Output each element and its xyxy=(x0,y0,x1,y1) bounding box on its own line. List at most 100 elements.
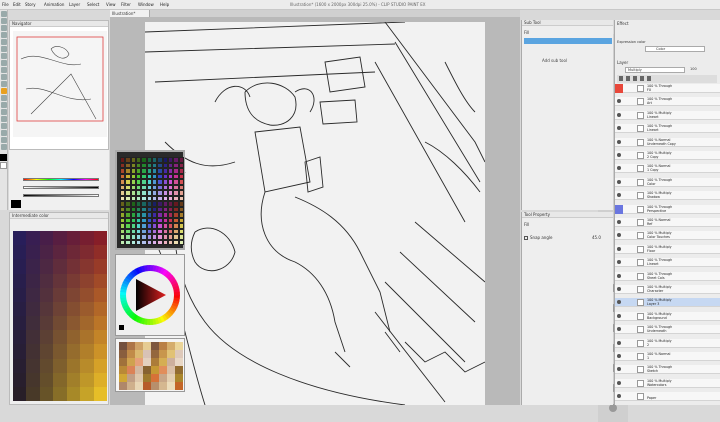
history-swatch[interactable] xyxy=(119,358,127,366)
history-swatch[interactable] xyxy=(167,382,175,390)
palette-swatch[interactable] xyxy=(66,273,81,288)
hue-ring-segment[interactable] xyxy=(173,291,180,296)
history-swatch[interactable] xyxy=(151,374,159,382)
snap-angle-value[interactable]: 45.0 xyxy=(592,235,601,240)
eye-icon[interactable] xyxy=(617,153,621,157)
layer-row[interactable]: 100 % Normal 1 Copy xyxy=(615,164,720,174)
history-swatch[interactable] xyxy=(175,366,183,374)
lock-icon[interactable] xyxy=(640,76,644,81)
brush-tool-icon[interactable] xyxy=(1,60,7,66)
layer-row[interactable]: 100 % Normal Underneath Copy xyxy=(615,137,720,147)
history-swatch[interactable] xyxy=(175,342,183,350)
palette-swatch[interactable] xyxy=(53,372,67,387)
history-swatch[interactable] xyxy=(159,358,167,366)
palette-swatch[interactable] xyxy=(66,372,81,387)
history-swatch[interactable] xyxy=(127,342,135,350)
palette-swatch[interactable] xyxy=(93,301,107,316)
history-swatch[interactable] xyxy=(135,374,143,382)
blend-tool-icon[interactable] xyxy=(1,130,7,136)
move-tool-icon[interactable] xyxy=(1,11,7,17)
layer-row[interactable]: 100 % Multiply Watercolors xyxy=(615,378,720,388)
eye-icon[interactable] xyxy=(617,300,621,305)
eyedropper-tool-icon[interactable] xyxy=(1,39,7,45)
new-layer-icon[interactable] xyxy=(619,76,623,81)
history-swatch[interactable] xyxy=(151,382,159,390)
palette-swatch[interactable] xyxy=(93,273,107,288)
history-swatch[interactable] xyxy=(175,382,183,390)
palette-swatch[interactable] xyxy=(80,372,94,387)
pen-tool-icon[interactable] xyxy=(1,46,7,52)
palette-swatch[interactable] xyxy=(53,273,67,288)
history-swatch[interactable] xyxy=(143,358,151,366)
eye-icon[interactable] xyxy=(617,166,621,171)
palette-swatch[interactable] xyxy=(39,245,54,260)
history-swatch[interactable] xyxy=(143,342,151,350)
palette-swatch[interactable] xyxy=(39,316,54,331)
history-swatch[interactable] xyxy=(127,374,135,382)
hue-slider[interactable] xyxy=(23,178,99,181)
palette-swatch[interactable] xyxy=(39,273,54,288)
eye-icon[interactable] xyxy=(617,179,621,184)
eye-icon[interactable] xyxy=(617,193,621,198)
color-set-grid[interactable] xyxy=(120,157,184,245)
eye-icon[interactable] xyxy=(617,139,621,144)
eye-icon[interactable] xyxy=(617,260,621,265)
layer-row[interactable]: 100 % Multiply Layer 3 xyxy=(615,298,720,308)
palette-swatch[interactable] xyxy=(80,386,94,401)
menu-story[interactable]: Story xyxy=(25,2,36,7)
history-swatch[interactable] xyxy=(119,374,127,382)
palette-swatch[interactable] xyxy=(26,386,40,401)
history-swatch[interactable] xyxy=(135,366,143,374)
navigator-preview[interactable] xyxy=(11,29,109,139)
palette-swatch[interactable] xyxy=(13,259,27,274)
history-swatch[interactable] xyxy=(159,374,167,382)
layer-row[interactable]: 100 % Through FX xyxy=(615,84,720,93)
history-swatch[interactable] xyxy=(119,342,127,350)
history-swatch[interactable] xyxy=(143,374,151,382)
palette-swatch[interactable] xyxy=(13,301,27,316)
eye-icon[interactable] xyxy=(617,367,621,372)
history-swatch[interactable] xyxy=(119,382,127,390)
palette-swatch[interactable] xyxy=(13,287,27,302)
layer-row[interactable]: 100 % Through Underneath xyxy=(615,325,720,335)
trash-icon[interactable] xyxy=(647,76,651,81)
current-color-swatch[interactable] xyxy=(11,200,21,208)
layer-row[interactable]: 100 % Through Sheet Cols xyxy=(615,271,720,281)
palette-swatch[interactable] xyxy=(93,287,107,302)
menu-file[interactable]: File xyxy=(2,2,9,7)
palette-swatch[interactable] xyxy=(66,330,81,345)
palette-swatch[interactable] xyxy=(13,358,27,373)
palette-swatch[interactable] xyxy=(39,344,54,359)
fill-tool-icon[interactable] xyxy=(1,88,7,94)
add-subtool-button[interactable]: Add sub tool xyxy=(542,58,567,63)
palette-swatch[interactable] xyxy=(26,273,40,288)
palette-swatch[interactable] xyxy=(80,273,94,288)
layer-row[interactable]: 100 % Through Color xyxy=(615,177,720,187)
palette-swatch[interactable] xyxy=(93,386,107,401)
history-swatch[interactable] xyxy=(167,366,175,374)
value-slider[interactable] xyxy=(23,194,99,197)
palette-swatch[interactable] xyxy=(53,386,67,401)
palette-swatch[interactable] xyxy=(26,344,40,359)
history-swatch[interactable] xyxy=(127,382,135,390)
history-swatch[interactable] xyxy=(159,382,167,390)
palette-swatch[interactable] xyxy=(39,287,54,302)
palette-swatch[interactable] xyxy=(53,259,67,274)
lineart-illustration[interactable] xyxy=(145,22,485,405)
palette-swatch[interactable] xyxy=(53,245,67,260)
hue-ring-segment[interactable] xyxy=(120,294,127,299)
main-color-swatch[interactable] xyxy=(0,154,7,161)
eye-icon[interactable] xyxy=(617,340,621,345)
layer-opacity-value[interactable]: 100 xyxy=(690,67,697,71)
palette-swatch[interactable] xyxy=(13,316,27,331)
palette-swatch[interactable] xyxy=(80,358,94,373)
zoom-tool-icon[interactable] xyxy=(1,18,7,24)
operation-tool-icon[interactable] xyxy=(1,144,7,150)
palette-swatch[interactable] xyxy=(93,245,107,260)
eye-icon[interactable] xyxy=(617,287,621,291)
history-swatch[interactable] xyxy=(135,382,143,390)
history-swatch[interactable] xyxy=(127,350,135,358)
palette-swatch[interactable] xyxy=(53,358,67,373)
palette-swatch[interactable] xyxy=(93,372,107,387)
history-swatch[interactable] xyxy=(127,366,135,374)
